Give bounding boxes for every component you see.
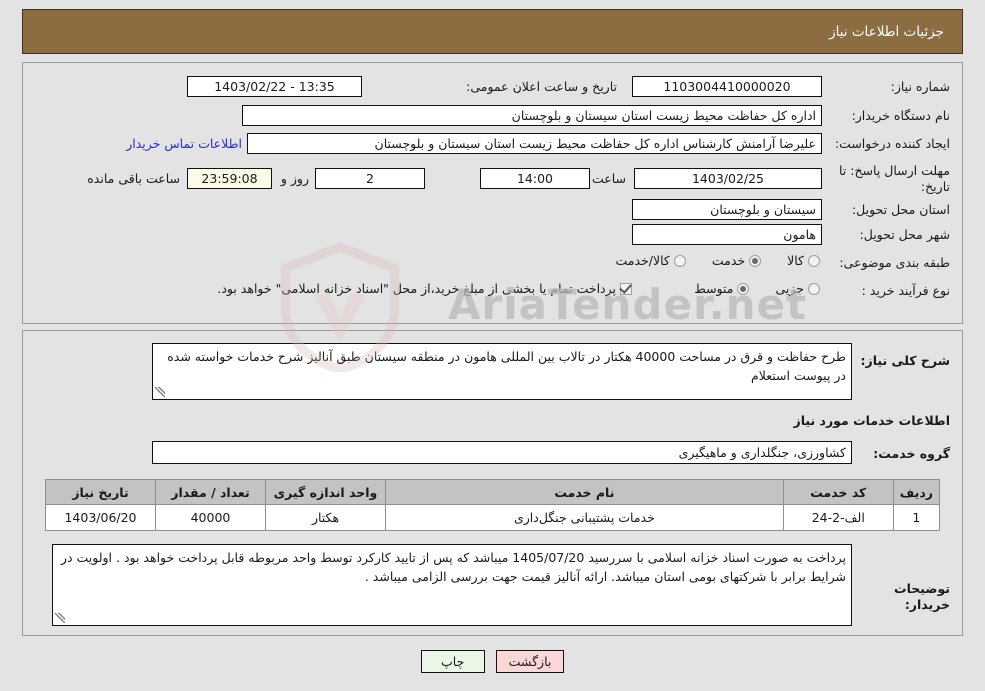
buyer-notes-textarea[interactable]: پرداخت به صورت اسناد خزانه اسلامی با سرر… <box>52 544 852 626</box>
delivery-city-field[interactable]: هامون <box>632 224 822 245</box>
general-description-textarea[interactable]: طرح حفاظت و قرق در مساحت 40000 هکتار در … <box>152 343 852 400</box>
buyer-notes-label: توضیحات خریدار: <box>894 581 950 613</box>
service-group-field[interactable]: کشاورزی، جنگلداری و ماهیگیری <box>152 441 852 464</box>
buyer-org-field[interactable]: اداره کل حفاظت محیط زیست استان سیستان و … <box>242 105 822 126</box>
category-option-khedmat[interactable]: خدمت <box>711 253 762 268</box>
general-description-label: شرح کلی نیاز: <box>860 353 950 368</box>
cell-quantity: 40000 <box>155 504 266 531</box>
category-option-kala[interactable]: کالا <box>787 253 820 268</box>
page-header: جزئیات اطلاعات نیاز <box>22 9 963 54</box>
cell-need-date: 1403/06/20 <box>45 504 156 531</box>
table-header-row: ردیف کد خدمت نام خدمت واحد اندازه گیری ت… <box>45 479 941 505</box>
buyer-contact-link[interactable]: اطلاعات تماس خریدار <box>126 136 242 151</box>
radio-icon[interactable] <box>808 254 820 267</box>
need-info-panel: شماره نیاز: 1103004410000020 تاریخ و ساع… <box>22 62 963 324</box>
th-quantity: تعداد / مقدار <box>155 479 266 505</box>
cell-radif: 1 <box>892 504 941 531</box>
deadline-time-label: ساعت <box>591 171 626 186</box>
details-panel: شرح کلی نیاز: طرح حفاظت و قرق در مساحت 4… <box>22 330 963 636</box>
radio-icon[interactable] <box>808 282 820 295</box>
radio-icon[interactable] <box>749 254 762 267</box>
cell-service-code: الف-2-24 <box>782 504 894 531</box>
category-option-kala-khedmat[interactable]: کالا/خدمت <box>615 253 686 268</box>
th-service-code: کد خدمت <box>782 479 894 505</box>
days-left-label: روز و <box>280 171 309 186</box>
th-service-name: نام خدمت <box>385 479 784 505</box>
page-title: جزئیات اطلاعات نیاز <box>829 23 944 40</box>
delivery-city-label: شهر محل تحویل: <box>859 227 950 242</box>
purchase-type-radio-group[interactable]: جزیی متوسط <box>668 281 820 296</box>
purchase-type-option-motevaset[interactable]: متوسط <box>694 281 750 296</box>
category-option-label: کالا/خدمت <box>615 253 670 268</box>
table-row: 1 الف-2-24 خدمات پشتیبانی جنگل‌داری هکتا… <box>45 504 941 531</box>
cell-unit: هکتار <box>265 504 386 531</box>
category-radio-group[interactable]: کالا خدمت کالا/خدمت <box>589 253 820 268</box>
print-button[interactable]: چاپ <box>420 650 485 673</box>
services-section-heading: اطلاعات خدمات مورد نیاز <box>793 413 951 428</box>
action-button-bar: بازگشت چاپ <box>0 650 985 673</box>
th-unit: واحد اندازه گیری <box>265 479 386 505</box>
service-items-table: ردیف کد خدمت نام خدمت واحد اندازه گیری ت… <box>45 479 941 531</box>
purchase-type-option-label: جزیی <box>775 281 804 296</box>
request-creator-field[interactable]: علیرضا آرامنش کارشناس اداره کل حفاظت محی… <box>247 133 822 154</box>
checkbox-icon[interactable] <box>620 282 632 295</box>
purchase-type-label: نوع فرآیند خرید : <box>861 283 950 298</box>
treasury-bond-checkbox-row[interactable]: پرداخت تمام یا بخشی از مبلغ خرید،از محل … <box>217 281 632 296</box>
delivery-province-label: استان محل تحویل: <box>851 202 950 217</box>
category-label: طبقه بندی موضوعی: <box>839 255 950 270</box>
category-option-label: کالا <box>787 253 804 268</box>
deadline-date-field[interactable]: 1403/02/25 <box>634 168 822 189</box>
th-radif: ردیف <box>892 479 941 505</box>
announce-datetime-field[interactable]: 13:35 - 1403/02/22 <box>187 76 362 97</box>
time-left-label: ساعت باقی مانده <box>87 171 180 186</box>
purchase-type-option-jozei[interactable]: جزیی <box>775 281 820 296</box>
request-creator-label: ایجاد کننده درخواست: <box>834 136 950 151</box>
deadline-time-field[interactable]: 14:00 <box>480 168 590 189</box>
cell-service-name: خدمات پشتیبانی جنگل‌داری <box>385 504 784 531</box>
announce-datetime-label: تاریخ و ساعت اعلان عمومی: <box>466 79 617 94</box>
service-group-label: گروه خدمت: <box>873 446 950 461</box>
time-left-field: 23:59:08 <box>187 168 272 189</box>
th-need-date: تاریخ نیاز <box>45 479 156 505</box>
radio-icon[interactable] <box>737 282 750 295</box>
need-number-field[interactable]: 1103004410000020 <box>632 76 822 97</box>
delivery-province-field[interactable]: سیستان و بلوچستان <box>632 199 822 220</box>
deadline-label: مهلت ارسال پاسخ: تا تاریخ: <box>839 163 950 195</box>
buyer-org-label: نام دستگاه خریدار: <box>851 108 950 123</box>
back-button[interactable]: بازگشت <box>495 650 565 673</box>
treasury-bond-label: پرداخت تمام یا بخشی از مبلغ خرید،از محل … <box>217 281 616 296</box>
radio-icon[interactable] <box>673 254 686 267</box>
need-number-label: شماره نیاز: <box>890 79 950 94</box>
category-option-label: خدمت <box>711 253 746 268</box>
days-left-field[interactable]: 2 <box>315 168 425 189</box>
purchase-type-option-label: متوسط <box>694 281 734 296</box>
